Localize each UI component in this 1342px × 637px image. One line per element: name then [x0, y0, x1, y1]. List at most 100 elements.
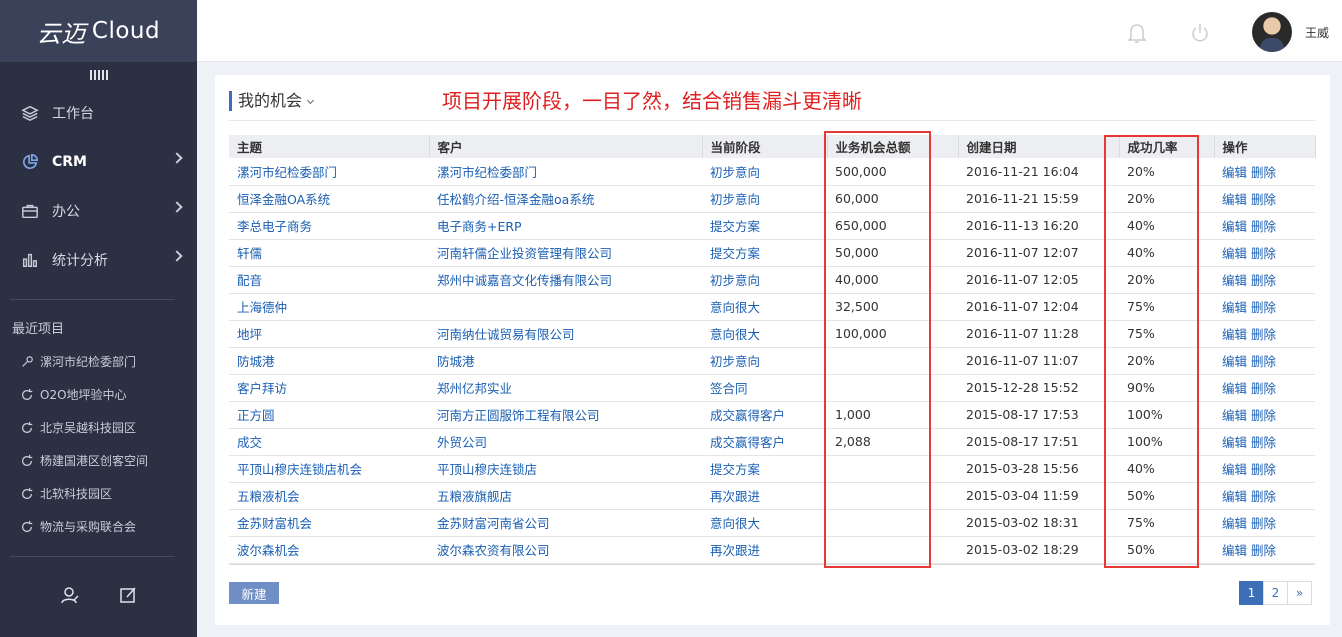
cell-customer[interactable]: 五粮液旗舰店 [429, 482, 702, 510]
sidebar-item-workbench[interactable]: 工作台 [0, 88, 197, 137]
cell-customer[interactable]: 防城港 [429, 347, 702, 375]
sidebar-item-office[interactable]: 办公 [0, 186, 197, 235]
page-1-button[interactable]: 1 [1239, 581, 1264, 605]
cell-subject[interactable]: 配音 [229, 266, 429, 294]
brand-logo[interactable]: 云迈 Cloud [0, 0, 197, 62]
cell-subject[interactable]: 恒泽金融OA系统 [229, 185, 429, 213]
cell-subject[interactable]: 五粮液机会 [229, 482, 429, 510]
cell-customer[interactable] [429, 293, 702, 321]
next-page-button[interactable]: » [1287, 581, 1312, 605]
cell-subject[interactable]: 客户拜访 [229, 374, 429, 402]
delete-link[interactable]: 删除 [1251, 462, 1276, 477]
cell-subject[interactable]: 漯河市纪检委部门 [229, 158, 429, 186]
edit-link[interactable]: 编辑 [1222, 435, 1247, 450]
cell-subject[interactable]: 上海德仲 [229, 293, 429, 321]
sidebar-toggle[interactable] [0, 62, 197, 88]
cell-stage[interactable]: 初步意向 [702, 185, 827, 213]
page-title[interactable]: 我的机会 [229, 91, 315, 111]
cell-subject[interactable]: 地坪 [229, 320, 429, 348]
edit-link[interactable]: 编辑 [1222, 192, 1247, 207]
column-header-stage[interactable]: 当前阶段 [702, 135, 828, 158]
bell-icon[interactable] [1127, 22, 1147, 48]
cell-subject[interactable]: 轩儒 [229, 239, 429, 267]
delete-link[interactable]: 删除 [1251, 435, 1276, 450]
cell-stage[interactable]: 意向很大 [702, 320, 827, 348]
cell-subject[interactable]: 波尔森机会 [229, 536, 429, 564]
cell-stage[interactable]: 再次跟进 [702, 482, 827, 510]
recent-project-item[interactable]: 北软科技园区 [0, 477, 197, 510]
delete-link[interactable]: 删除 [1251, 273, 1276, 288]
user-settings-icon[interactable] [60, 585, 80, 609]
recent-project-item[interactable]: 北京吴越科技园区 [0, 411, 197, 444]
edit-link[interactable]: 编辑 [1222, 219, 1247, 234]
delete-link[interactable]: 删除 [1251, 489, 1276, 504]
cell-stage[interactable]: 意向很大 [702, 293, 827, 321]
cell-customer[interactable]: 河南轩儒企业投资管理有限公司 [429, 239, 702, 267]
cell-customer[interactable]: 河南纳仕诚贸易有限公司 [429, 320, 702, 348]
cell-subject[interactable]: 防城港 [229, 347, 429, 375]
delete-link[interactable]: 删除 [1251, 192, 1276, 207]
cell-subject[interactable]: 正方圆 [229, 401, 429, 429]
avatar[interactable] [1252, 12, 1292, 52]
delete-link[interactable]: 删除 [1251, 354, 1276, 369]
cell-stage[interactable]: 成交赢得客户 [702, 401, 827, 429]
cell-customer[interactable]: 漯河市纪检委部门 [429, 158, 702, 186]
cell-subject[interactable]: 平顶山穆庆连锁店机会 [229, 455, 429, 483]
recent-project-item[interactable]: O2O地坪验中心 [0, 378, 197, 411]
delete-link[interactable]: 删除 [1251, 300, 1276, 315]
delete-link[interactable]: 删除 [1251, 543, 1276, 558]
edit-link[interactable]: 编辑 [1222, 489, 1247, 504]
delete-link[interactable]: 删除 [1251, 246, 1276, 261]
user-name[interactable]: 王威 [1305, 24, 1329, 41]
recent-project-item[interactable]: 漯河市纪检委部门 [0, 345, 197, 378]
column-header-subject[interactable]: 主题 [229, 135, 430, 158]
edit-link[interactable]: 编辑 [1222, 300, 1247, 315]
cell-customer[interactable]: 金苏财富河南省公司 [429, 509, 702, 537]
cell-customer[interactable]: 外贸公司 [429, 428, 702, 456]
recent-project-item[interactable]: 杨建国港区创客空间 [0, 444, 197, 477]
edit-icon[interactable] [118, 585, 138, 609]
new-button[interactable]: 新建 [229, 582, 279, 604]
delete-link[interactable]: 删除 [1251, 516, 1276, 531]
cell-stage[interactable]: 初步意向 [702, 266, 827, 294]
delete-link[interactable]: 删除 [1251, 327, 1276, 342]
sidebar-item-statistics[interactable]: 统计分析 [0, 235, 197, 284]
edit-link[interactable]: 编辑 [1222, 354, 1247, 369]
cell-stage[interactable]: 再次跟进 [702, 536, 827, 564]
cell-subject[interactable]: 金苏财富机会 [229, 509, 429, 537]
edit-link[interactable]: 编辑 [1222, 381, 1247, 396]
cell-customer[interactable]: 河南方正圆服饰工程有限公司 [429, 401, 702, 429]
cell-subject[interactable]: 李总电子商务 [229, 212, 429, 240]
delete-link[interactable]: 删除 [1251, 381, 1276, 396]
cell-stage[interactable]: 初步意向 [702, 347, 827, 375]
power-icon[interactable] [1190, 22, 1210, 48]
cell-customer[interactable]: 电子商务+ERP [429, 212, 702, 240]
cell-customer[interactable]: 波尔森农资有限公司 [429, 536, 702, 564]
cell-stage[interactable]: 提交方案 [702, 455, 827, 483]
edit-link[interactable]: 编辑 [1222, 408, 1247, 423]
cell-customer[interactable]: 郑州中诚嘉音文化传播有限公司 [429, 266, 702, 294]
delete-link[interactable]: 删除 [1251, 408, 1276, 423]
edit-link[interactable]: 编辑 [1222, 273, 1247, 288]
cell-stage[interactable]: 签合同 [702, 374, 827, 402]
cell-stage[interactable]: 成交赢得客户 [702, 428, 827, 456]
cell-stage[interactable]: 提交方案 [702, 239, 827, 267]
edit-link[interactable]: 编辑 [1222, 462, 1247, 477]
column-header-customer[interactable]: 客户 [429, 135, 703, 158]
delete-link[interactable]: 删除 [1251, 165, 1276, 180]
page-2-button[interactable]: 2 [1263, 581, 1288, 605]
cell-stage[interactable]: 初步意向 [702, 158, 827, 186]
cell-subject[interactable]: 成交 [229, 428, 429, 456]
cell-customer[interactable]: 郑州亿邦实业 [429, 374, 702, 402]
edit-link[interactable]: 编辑 [1222, 543, 1247, 558]
recent-project-item[interactable]: 物流与采购联合会 [0, 510, 197, 543]
delete-link[interactable]: 删除 [1251, 219, 1276, 234]
sidebar-item-crm[interactable]: CRM [0, 137, 197, 186]
cell-customer[interactable]: 任松鹤介绍-恒泽金融oa系统 [429, 185, 702, 213]
edit-link[interactable]: 编辑 [1222, 246, 1247, 261]
cell-stage[interactable]: 意向很大 [702, 509, 827, 537]
cell-customer[interactable]: 平顶山穆庆连锁店 [429, 455, 702, 483]
cell-stage[interactable]: 提交方案 [702, 212, 827, 240]
edit-link[interactable]: 编辑 [1222, 327, 1247, 342]
edit-link[interactable]: 编辑 [1222, 516, 1247, 531]
